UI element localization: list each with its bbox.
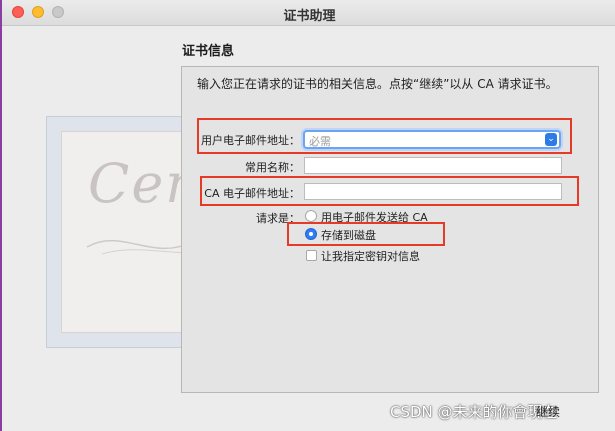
watermark-text: CSDN @未来的你會現在 <box>390 403 558 421</box>
highlight-box-email <box>197 118 572 154</box>
title-bar: 证书助理 <box>2 0 615 26</box>
radio-email-to-ca[interactable] <box>305 210 317 222</box>
intro-text: 输入您正在请求的证书的相关信息。点按“继续”以从 CA 请求证书。 <box>197 77 558 91</box>
certificate-assistant-window: 证书助理 Certif 证书信息 输入您正在请求的证书的相关信息。点按“继续”以… <box>0 0 615 431</box>
highlight-box-save-to-disk <box>287 222 445 246</box>
section-heading: 证书信息 <box>182 44 235 59</box>
keypair-option-label: 让我指定密钥对信息 <box>321 250 420 263</box>
common-name-label: 常用名称： <box>245 161 300 174</box>
keypair-checkbox[interactable] <box>306 250 317 261</box>
highlight-box-ca-email <box>200 176 579 206</box>
continue-button[interactable]: 继续 <box>536 403 560 420</box>
request-label: 请求是： <box>256 212 300 225</box>
window-title: 证书助理 <box>283 9 336 24</box>
common-name-field[interactable] <box>304 157 562 174</box>
